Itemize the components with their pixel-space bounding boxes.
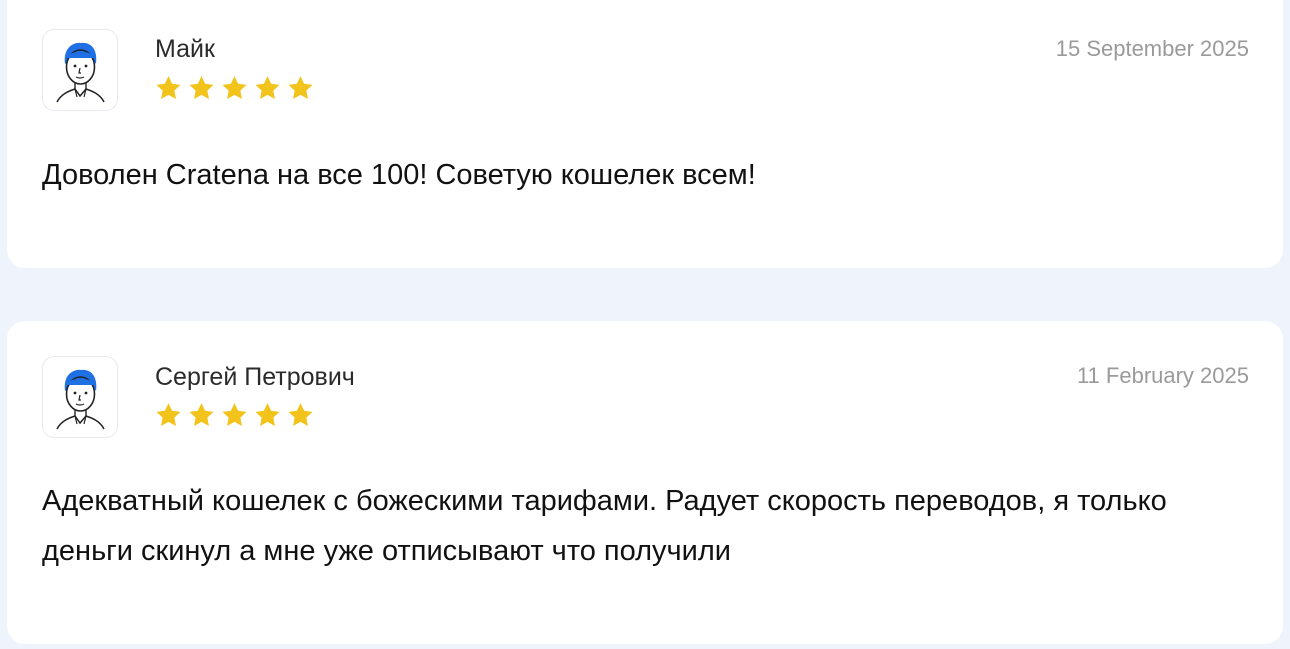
- star-icon: [222, 76, 247, 99]
- review-text: Адекватный кошелек с божескими тарифами.…: [42, 485, 1167, 567]
- star-icon: [255, 403, 280, 426]
- review-author: Майк: [155, 35, 215, 63]
- review-card: Майк 15 September 2025 Доволен Cratena н…: [7, 0, 1283, 268]
- star-icon: [156, 403, 181, 426]
- star-icon: [288, 76, 313, 99]
- review-text: Доволен Cratena на все 100! Советую коше…: [42, 159, 756, 191]
- star-icon: [222, 403, 247, 426]
- rating-stars: [154, 74, 315, 102]
- review-card: Сергей Петрович 11 February 2025 Адекват…: [7, 321, 1283, 644]
- review-date: 11 February 2025: [1076, 363, 1249, 388]
- star-icon: [255, 76, 280, 99]
- user-avatar-icon: [42, 356, 118, 438]
- review-date: 15 September 2025: [1055, 36, 1249, 61]
- rating-stars: [154, 401, 315, 429]
- star-icon: [189, 403, 214, 426]
- user-avatar-icon: [42, 29, 118, 111]
- star-icon: [156, 76, 181, 99]
- star-icon: [189, 76, 214, 99]
- star-icon: [288, 403, 313, 426]
- review-author: Сергей Петрович: [155, 363, 355, 391]
